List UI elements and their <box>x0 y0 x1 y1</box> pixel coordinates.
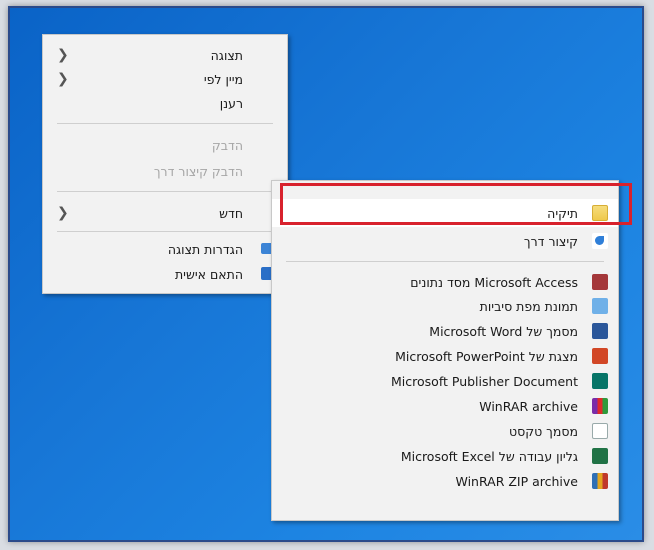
menu-item-sort-by[interactable]: מיין לפי ❮ <box>43 67 287 91</box>
submenu-item-shortcut[interactable]: קיצור דרך <box>272 229 618 253</box>
submenu-item-label: גליון עבודה של Microsoft Excel <box>400 448 578 464</box>
winrar-icon <box>592 398 608 414</box>
submenu-item-label: Microsoft Access מסד נתונים <box>410 274 578 290</box>
menu-item-label: התאם אישית <box>174 266 243 282</box>
menu-item-label: רענן <box>219 95 243 111</box>
submenu-item-label: תמונת מפת סיביות <box>479 298 578 314</box>
menu-item-view[interactable]: תצוגה ❮ <box>43 43 287 67</box>
submenu-item-winrar-zip[interactable]: WinRAR ZIP archive <box>272 469 618 493</box>
menu-separator <box>57 191 273 192</box>
menu-item-display-settings[interactable]: הגדרות תצוגה <box>43 237 287 261</box>
menu-separator <box>286 261 604 262</box>
shortcut-icon <box>592 233 608 249</box>
submenu-item-excel[interactable]: גליון עבודה של Microsoft Excel <box>272 444 618 468</box>
text-document-icon <box>592 423 608 439</box>
submenu-item-publisher[interactable]: Microsoft Publisher Document <box>272 369 618 393</box>
menu-item-paste-shortcut[interactable]: הדבק קיצור דרך <box>43 159 287 183</box>
menu-item-label: מיין לפי <box>203 71 243 87</box>
submenu-item-label: Microsoft Publisher Document <box>391 373 578 389</box>
submenu-item-label: מסמך טקסט <box>509 423 578 439</box>
submenu-item-label: מצגת של Microsoft PowerPoint <box>395 348 578 364</box>
menu-item-refresh[interactable]: רענן <box>43 91 287 115</box>
winrar-zip-icon <box>592 473 608 489</box>
submenu-item-label: WinRAR archive <box>479 398 578 414</box>
chevron-left-icon: ❮ <box>57 71 69 87</box>
highlight-box <box>280 183 632 225</box>
submenu-item-access[interactable]: Microsoft Access מסד נתונים <box>272 270 618 294</box>
submenu-item-bitmap[interactable]: תמונת מפת סיביות <box>272 294 618 318</box>
menu-item-label: תצוגה <box>210 47 243 63</box>
publisher-icon <box>592 373 608 389</box>
powerpoint-icon <box>592 348 608 364</box>
bitmap-icon <box>592 298 608 314</box>
submenu-item-label: קיצור דרך <box>523 233 578 249</box>
submenu-item-label: WinRAR ZIP archive <box>455 473 578 489</box>
new-submenu: תיקיה קיצור דרך Microsoft Access מסד נתו… <box>271 180 619 521</box>
menu-item-new[interactable]: חדש ❮ <box>43 201 287 225</box>
menu-item-label: הגדרות תצוגה <box>167 241 243 257</box>
excel-icon <box>592 448 608 464</box>
menu-item-label: הדבק קיצור דרך <box>153 163 243 179</box>
submenu-item-text-document[interactable]: מסמך טקסט <box>272 419 618 443</box>
menu-item-label: הדבק <box>211 137 243 153</box>
submenu-item-winrar[interactable]: WinRAR archive <box>272 394 618 418</box>
submenu-item-word[interactable]: מסמך של Microsoft Word <box>272 319 618 343</box>
submenu-item-label: מסמך של Microsoft Word <box>429 323 578 339</box>
menu-separator <box>57 123 273 124</box>
menu-item-paste[interactable]: הדבק <box>43 133 287 157</box>
menu-separator <box>57 231 273 232</box>
chevron-left-icon: ❮ <box>57 47 69 63</box>
menu-item-personalize[interactable]: התאם אישית <box>43 262 287 286</box>
access-icon <box>592 274 608 290</box>
menu-item-label: חדש <box>219 205 243 221</box>
word-icon <box>592 323 608 339</box>
chevron-left-icon: ❮ <box>57 205 69 221</box>
submenu-item-powerpoint[interactable]: מצגת של Microsoft PowerPoint <box>272 344 618 368</box>
desktop-context-menu: תצוגה ❮ מיין לפי ❮ רענן הדבק הדבק קיצור … <box>42 34 288 294</box>
